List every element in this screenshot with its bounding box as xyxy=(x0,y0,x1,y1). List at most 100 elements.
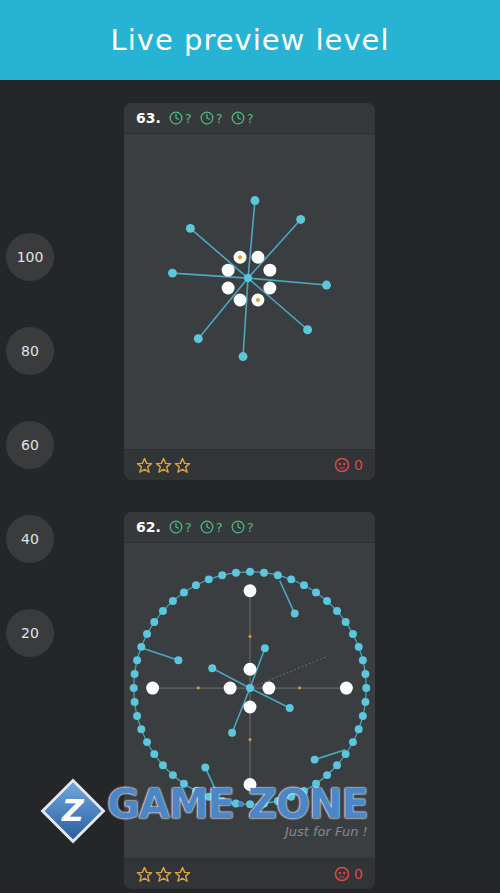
hub xyxy=(244,274,252,282)
clock-icon xyxy=(169,111,183,125)
star-icon xyxy=(155,457,172,474)
ring-dot xyxy=(361,670,369,678)
level-number: 62. xyxy=(136,519,161,535)
star-rating xyxy=(136,866,191,883)
level-card[interactable]: 63.??? 0 xyxy=(124,103,375,480)
level-board[interactable] xyxy=(124,134,375,449)
piece[interactable] xyxy=(222,282,235,295)
piece[interactable] xyxy=(244,584,257,597)
timer: ? xyxy=(200,111,223,126)
ring-dot xyxy=(355,643,363,651)
scale-marker[interactable]: 60 xyxy=(6,421,54,469)
star-icon xyxy=(136,457,153,474)
face-icon xyxy=(334,866,350,882)
spoke xyxy=(311,750,346,764)
ring-dot xyxy=(143,630,151,638)
clock-icon xyxy=(200,111,214,125)
scale-marker[interactable]: 40 xyxy=(6,515,54,563)
level-list: 63.??? 0 62.??? 0 xyxy=(54,80,375,893)
ring-dot xyxy=(362,684,370,692)
piece[interactable] xyxy=(234,293,247,306)
scale-marker[interactable]: 100 xyxy=(6,233,54,281)
clock-icon xyxy=(231,520,245,534)
ring-dot xyxy=(342,618,350,626)
logo-word: ZONE xyxy=(248,782,368,826)
scale: 100 80 60 40 20 xyxy=(0,80,54,893)
clock-icon xyxy=(169,520,183,534)
piece[interactable] xyxy=(251,251,264,264)
ring-dot xyxy=(359,656,367,664)
level-preview-screen: Live preview level 100 80 60 40 20 63.??? 0 62.?… xyxy=(0,0,500,893)
ring-dot xyxy=(359,712,367,720)
clock-icon xyxy=(231,111,245,125)
piece[interactable] xyxy=(251,293,264,306)
ring-dot xyxy=(260,569,268,577)
ring-dot xyxy=(205,575,213,583)
level-header: 63.??? xyxy=(124,103,375,134)
clock-icon xyxy=(200,520,214,534)
watermark-logo: ZGAMEZONEJust for Fun ! xyxy=(45,782,368,839)
ring-dot xyxy=(312,588,320,596)
ring-dot xyxy=(150,750,158,758)
ring-dot xyxy=(143,738,151,746)
ring-dot xyxy=(246,568,254,576)
spoke xyxy=(168,269,248,278)
ring-dot xyxy=(137,643,145,651)
ring-dot xyxy=(349,738,357,746)
ring-dot xyxy=(323,771,331,779)
spoke xyxy=(248,215,305,278)
ring-dot xyxy=(130,684,138,692)
spoke xyxy=(186,224,248,278)
piece[interactable] xyxy=(263,282,276,295)
ring-dot xyxy=(133,712,141,720)
death-count: 0 xyxy=(334,457,363,473)
level-header: 62.??? xyxy=(124,512,375,543)
timer: ? xyxy=(231,520,254,535)
ring-dot xyxy=(169,771,177,779)
piece[interactable] xyxy=(262,682,275,695)
timer: ? xyxy=(169,111,192,126)
piece[interactable] xyxy=(222,264,235,277)
star-icon xyxy=(174,866,191,883)
piece[interactable] xyxy=(224,682,237,695)
star-icon xyxy=(174,457,191,474)
ring-dot xyxy=(349,630,357,638)
piece[interactable] xyxy=(244,663,257,676)
piece[interactable] xyxy=(244,701,257,714)
screen-title: Live preview level xyxy=(111,23,390,57)
spoke xyxy=(239,278,248,361)
scale-marker[interactable]: 80 xyxy=(6,327,54,375)
star-rating xyxy=(136,457,191,474)
timer: ? xyxy=(200,520,223,535)
ring-dot xyxy=(361,698,369,706)
ring-dot xyxy=(133,656,141,664)
piece[interactable] xyxy=(263,264,276,277)
spoke xyxy=(280,581,299,618)
timer: ? xyxy=(169,520,192,535)
ring-dot xyxy=(159,607,167,615)
ring-dot xyxy=(287,575,295,583)
ring-dot xyxy=(159,761,167,769)
ring-dot xyxy=(150,618,158,626)
death-count: 0 xyxy=(334,866,363,882)
ring-dot xyxy=(180,588,188,596)
spoke xyxy=(248,196,259,278)
ring-dot xyxy=(131,698,139,706)
ring-dot xyxy=(300,581,308,589)
ring-dot xyxy=(169,597,177,605)
level-number: 63. xyxy=(136,110,161,126)
scale-marker[interactable]: 20 xyxy=(6,609,54,657)
logo-word: GAME xyxy=(107,782,234,826)
timer: ? xyxy=(231,111,254,126)
piece[interactable] xyxy=(234,251,247,264)
ring-dot xyxy=(323,597,331,605)
level-footer: 0 xyxy=(124,858,375,889)
ring-dot xyxy=(342,750,350,758)
hub xyxy=(246,684,254,692)
piece[interactable] xyxy=(146,682,159,695)
ring-dot xyxy=(192,581,200,589)
logo-icon: Z xyxy=(45,783,101,839)
piece[interactable] xyxy=(340,682,353,695)
top-bar: Live preview level xyxy=(0,0,500,80)
level-footer: 0 xyxy=(124,449,375,480)
